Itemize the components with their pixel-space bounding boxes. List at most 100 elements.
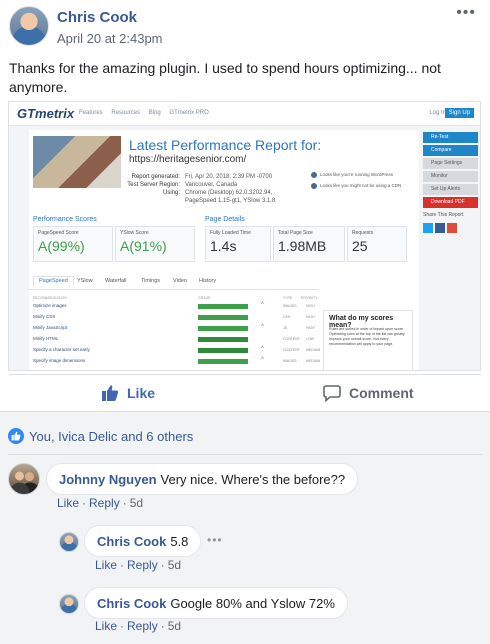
comment-actions: Like · Reply · 5d — [95, 619, 182, 633]
post-timestamp[interactable]: April 20 at 2:43pm — [57, 31, 163, 46]
gt-pagespeed-value: A(99%) — [38, 238, 85, 254]
comment-reply-link[interactable]: Reply — [127, 558, 158, 572]
gt-load-time-box: Fully Loaded Time 1.4s — [205, 226, 271, 262]
caret-up-icon: ^ — [261, 346, 264, 352]
comment-actions: Like · Reply · 5d — [95, 558, 182, 572]
gt-col-recommendation: RECOMMENDATION — [33, 296, 67, 300]
commenter-avatar[interactable] — [59, 594, 79, 614]
comment-like-link[interactable]: Like — [57, 496, 79, 510]
gt-col-type: TYPE — [283, 296, 293, 300]
comment-bubble: Johnny Nguyen Very nice. Where's the bef… — [46, 463, 359, 495]
gt-page-settings-button: Page Settings — [423, 158, 478, 169]
gt-login: Log In — [429, 110, 446, 116]
gt-requests-label: Requests — [352, 230, 374, 236]
post-image-gtmetrix-report[interactable]: GTmetrix Features Resources Blog GTmetri… — [8, 101, 481, 371]
comment-author[interactable]: Johnny Nguyen — [59, 472, 157, 487]
gt-nav-item: Features — [79, 110, 103, 116]
like-label: Like — [127, 385, 156, 401]
gt-rec-name: Specify a character set early — [33, 347, 90, 352]
comment-time[interactable]: 5d — [168, 619, 181, 633]
comments-section: You, Ivica Delic and 6 others Johnny Ngu… — [0, 411, 490, 644]
author-name[interactable]: Chris Cook — [57, 9, 137, 26]
gt-wp-note: Looks like you might not be using a CDN — [311, 183, 416, 189]
gt-rec-grade-bar — [198, 304, 248, 309]
comment-like-link[interactable]: Like — [95, 619, 117, 633]
gt-compare-button: Compare — [423, 145, 478, 156]
gt-rec-grade-bar — [198, 337, 248, 342]
comment-bubble: Chris Cook Google 80% and Yslow 72% — [84, 587, 348, 619]
comment-text: 5.8 — [170, 533, 189, 549]
gt-report-title: Latest Performance Report for: — [129, 137, 322, 153]
gt-retest-button: Re-Test — [423, 132, 478, 143]
gt-rec-type: JS — [283, 326, 288, 330]
caret-up-icon: ^ — [261, 324, 264, 330]
gt-rec-type: IMAGES — [283, 304, 297, 308]
gt-rec-row: Minify HTML CONTENT LOW — [33, 335, 319, 344]
gt-alerts-button: Set Up Alerts — [423, 184, 478, 195]
gt-meta-value: Fri, Apr 20, 2018, 2:39 PM -0700 — [185, 174, 273, 180]
gt-page-size-label: Total Page Size — [278, 230, 313, 236]
gt-wp-notes: Looks like you're running WordPress Look… — [311, 172, 416, 194]
gt-meta-value: Chrome (Desktop) 62.0.3202.94, PageSpeed… — [185, 190, 276, 204]
gt-page-size-value: 1.98MB — [278, 238, 327, 254]
commenter-avatar[interactable] — [8, 463, 40, 495]
comment-reply-link[interactable]: Reply — [89, 496, 120, 510]
gt-meta-key: Report generated: — [131, 174, 180, 180]
post-text: Thanks for the amazing plugin. I used to… — [9, 60, 441, 95]
gt-rec-grade-bar — [198, 348, 248, 353]
gt-sidebar: Re-Test Compare Page Settings Monitor Se… — [423, 132, 478, 238]
gt-rec-row: Minify JavaScript ^ JS HIGH — [33, 324, 319, 333]
facebook-icon — [435, 223, 445, 233]
comment-button[interactable]: Comment — [323, 384, 414, 402]
commenter-avatar[interactable] — [59, 532, 79, 552]
comment-reply-link[interactable]: Reply — [127, 619, 158, 633]
author-avatar[interactable] — [9, 6, 49, 46]
ellipsis-icon[interactable]: ••• — [207, 533, 223, 547]
gt-page-size-box: Total Page Size 1.98MB — [273, 226, 345, 262]
comment-time[interactable]: 5d — [130, 496, 143, 510]
comment-author[interactable]: Chris Cook — [97, 596, 166, 611]
gt-yslow-value: A(91%) — [120, 238, 167, 254]
comment-like-link[interactable]: Like — [95, 558, 117, 572]
gt-pagespeed-box: PageSpeed Score A(99%) — [33, 226, 113, 262]
gt-rec-type: CONTENT — [283, 348, 300, 352]
reactions-summary[interactable]: You, Ivica Delic and 6 others — [8, 428, 193, 444]
comment-text: Very nice. Where's the before?? — [160, 471, 346, 487]
gt-download-pdf-button: Download PDF — [423, 197, 478, 208]
gt-rec-grade-bar — [198, 315, 248, 320]
gt-site-thumbnail — [33, 136, 121, 188]
gt-rec-name: Minify CSS — [33, 314, 56, 319]
gt-signup: Sign Up — [444, 108, 474, 118]
gt-yslow-box: YSlow Score A(91%) — [115, 226, 195, 262]
reactions-text: You, Ivica Delic and 6 others — [29, 428, 194, 444]
caret-up-icon: ^ — [261, 357, 264, 363]
ellipsis-icon[interactable]: ••• — [456, 4, 476, 22]
google-plus-icon — [447, 223, 457, 233]
comment-author[interactable]: Chris Cook — [97, 534, 166, 549]
gt-report-panel: Latest Performance Report for: https://h… — [29, 130, 419, 370]
gt-rec-name: Specify image dimensions — [33, 358, 86, 363]
gt-rec-name: Minify JavaScript — [33, 325, 68, 330]
gt-tab-yslow: YSlow — [77, 278, 93, 284]
gt-monitor-button: Monitor — [423, 171, 478, 182]
gt-rec-row: Specify a character set early ^ CONTENT … — [33, 346, 320, 355]
comment-actions: Like · Reply · 5d — [57, 496, 144, 510]
gt-nav-item: Resources — [111, 110, 141, 116]
twitter-icon — [423, 223, 433, 233]
gt-nav: Features Resources Blog GTmetrix PRO — [79, 110, 216, 116]
gt-rec-type: CSS — [283, 315, 291, 319]
gt-rec-name: Minify HTML — [33, 336, 59, 341]
gt-rec-priority: HIGH — [306, 315, 315, 319]
gt-tab-timings: Timings — [141, 278, 161, 284]
gt-header: GTmetrix Features Resources Blog GTmetri… — [9, 102, 480, 126]
like-button[interactable]: Like — [101, 384, 155, 402]
comment-time[interactable]: 5d — [168, 558, 181, 572]
gt-rec-row: Optimize images ^ IMAGES HIGH — [33, 302, 319, 311]
gt-col-priority: PRIORITY — [301, 296, 318, 300]
like-reaction-icon — [8, 428, 24, 444]
gt-rec-type: CONTENT — [283, 337, 300, 341]
gt-tab-video: Video — [173, 278, 187, 284]
gt-logo: GTmetrix — [17, 106, 75, 121]
gt-help-box: What do my scores mean? Rules are sorted… — [323, 310, 413, 370]
gt-rec-priority: MEDIUM — [306, 359, 321, 363]
